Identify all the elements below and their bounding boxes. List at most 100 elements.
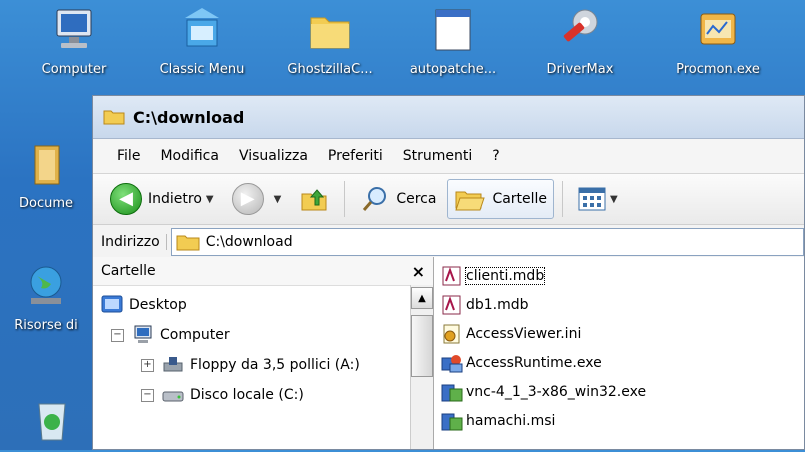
toolbar: ◀ Indietro ▼ ▶ ▼ Cerca Cartelle ▼ [93,174,804,225]
file-list: clienti.mdb db1.mdb AccessViewer.ini Acc… [434,257,804,449]
file-name: vnc-4_1_3-x86_win32.exe [466,383,647,400]
scroll-up-icon[interactable]: ▲ [411,287,433,309]
chevron-down-icon[interactable]: ▼ [610,194,618,205]
back-label: Indietro [148,191,202,207]
menu-help[interactable]: ? [482,148,509,164]
desktop-icon-label: autopatche... [409,62,497,77]
chevron-down-icon[interactable]: ▼ [206,194,214,205]
folders-pane-title: Cartelle [101,263,156,279]
desktop-icon-label: Risorse di [14,318,78,333]
tree-item-label: Desktop [129,297,187,313]
desktop-icon-label: Docume [18,196,73,211]
drivermax-icon [563,9,598,42]
folders-button[interactable]: Cartelle [447,179,555,219]
back-arrow-icon: ◀ [110,183,142,215]
desktop-icon-computer[interactable]: Computer [30,6,118,77]
desktop-icon-network[interactable]: Risorse di [0,262,92,333]
desktop-icon-label: Computer [41,62,107,77]
folder-icon [310,17,350,49]
tree-item-label: Disco locale (C:) [190,387,304,403]
chevron-down-icon[interactable]: ▼ [274,194,282,205]
file-name: AccessRuntime.exe [466,354,602,371]
installer-icon [441,354,463,372]
search-button[interactable]: Cerca [353,179,443,219]
forward-arrow-icon: ▶ [231,183,264,215]
config-file-icon [443,324,460,343]
desktop-icon-label: Procmon.exe [676,62,760,77]
expand-icon[interactable]: + [141,358,154,372]
file-name: db1.mdb [466,296,529,313]
search-label: Cerca [396,191,437,207]
file-name: AccessViewer.ini [466,325,582,342]
file-item[interactable]: AccessRuntime.exe [440,348,798,377]
address-input[interactable]: C:\download [170,228,804,256]
file-item[interactable]: vnc-4_1_3-x86_win32.exe [440,377,798,406]
file-item[interactable]: clienti.mdb [440,261,798,290]
file-item[interactable]: AccessViewer.ini [440,319,798,348]
desktop-icon-label: Classic Menu [159,62,245,77]
back-button[interactable]: ◀ Indietro ▼ [103,179,221,219]
classic-menu-icon [185,8,219,47]
desktop-icon-drivermax[interactable]: DriverMax [536,6,624,77]
documents-folder-icon [34,145,60,185]
folders-pane-header: Cartelle × [93,257,433,286]
toolbar-separator [344,181,346,217]
menu-visualizza[interactable]: Visualizza [229,148,318,164]
access-db-icon [442,295,461,314]
address-label: Indirizzo [101,234,167,250]
desktop-icon-label: DriverMax [546,62,614,77]
file-item[interactable]: db1.mdb [440,290,798,319]
tree-item-disk-c[interactable]: − Disco locale (C:) [93,380,433,410]
explorer-window[interactable]: C:\download File Modifica Visualizza Pre… [92,95,805,450]
computer-icon [134,325,152,343]
folder-icon [176,235,200,251]
window-title: C:\download [133,107,245,127]
forward-button[interactable]: ▶ ▼ [225,179,289,219]
file-item[interactable]: hamachi.msi [440,406,798,435]
desktop-icon-classic-menu[interactable]: Classic Menu [148,6,256,77]
close-icon[interactable]: × [412,262,425,281]
installer-icon [441,384,463,401]
menu-preferiti[interactable]: Preferiti [318,148,393,164]
menu-file[interactable]: File [107,148,150,164]
address-value: C:\download [205,234,293,250]
scroll-thumb[interactable] [411,315,433,377]
folder-icon [103,110,125,125]
application-window-icon [435,9,471,51]
tree-item-label: Floppy da 3,5 pollici (A:) [190,357,360,373]
views-grid-icon [578,187,606,211]
tree-item-computer[interactable]: − Computer [93,320,433,350]
window-titlebar[interactable]: C:\download [93,96,804,139]
views-button[interactable]: ▼ [571,179,625,219]
menu-modifica[interactable]: Modifica [150,148,229,164]
tree-item-floppy[interactable]: + Floppy da 3,5 pollici (A:) [93,350,433,380]
toolbar-separator [562,181,564,217]
desktop-icon-documents[interactable]: Docume [0,140,92,211]
floppy-drive-icon [163,357,183,372]
menu-strumenti[interactable]: Strumenti [393,148,483,164]
tree-item-desktop[interactable]: Desktop [93,290,433,320]
up-folder-icon [301,189,327,211]
folders-pane: Cartelle × Desktop − Computer + Floppy d… [93,257,434,449]
desktop-icon-ghostzilla[interactable]: GhostzillaC... [280,6,380,77]
folder-tree: Desktop − Computer + Floppy da 3,5 polli… [93,286,433,410]
installer-icon [441,413,463,430]
tree-scrollbar[interactable]: ▲ [410,285,433,449]
network-globe-icon [30,266,62,304]
desktop-icon-recycle-bin[interactable] [22,396,82,452]
address-bar: Indirizzo C:\download [93,225,804,260]
search-icon [363,187,387,211]
content-area: Cartelle × Desktop − Computer + Floppy d… [93,257,804,449]
desktop-icon-procmon[interactable]: Procmon.exe [668,6,768,77]
procmon-icon [700,13,736,45]
desktop-icon [101,295,123,313]
file-name: hamachi.msi [466,412,556,429]
recycle-bin-icon [38,403,66,441]
folders-label: Cartelle [492,191,548,207]
collapse-icon[interactable]: − [111,328,124,342]
hard-disk-icon [162,391,184,402]
collapse-icon[interactable]: − [141,388,154,402]
up-folder-button[interactable] [292,179,336,219]
desktop-icon-autopatcher[interactable]: autopatche... [398,6,508,77]
computer-icon [56,9,92,48]
